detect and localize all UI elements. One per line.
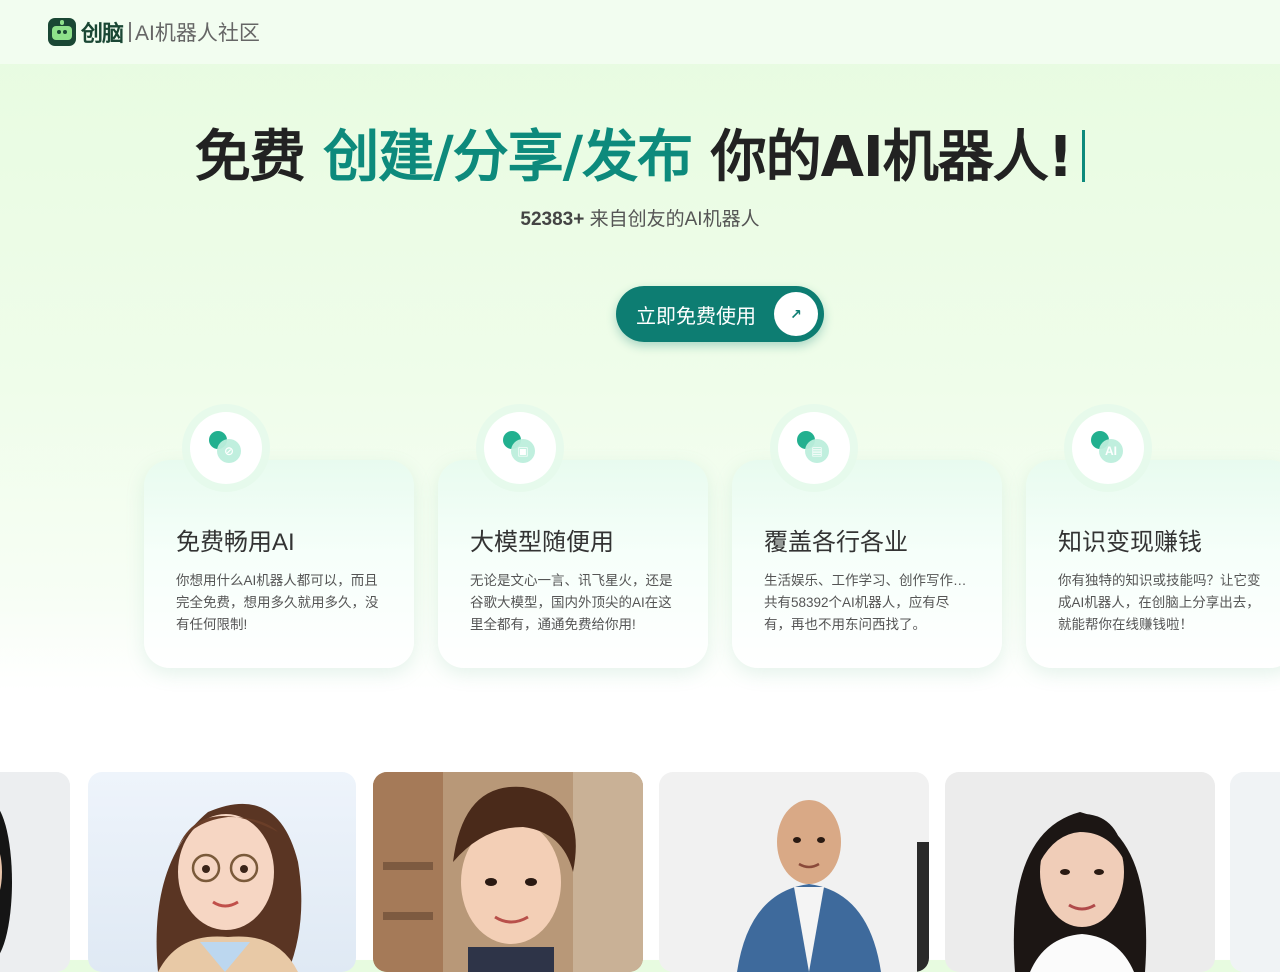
- industry-icon: ▤: [797, 431, 831, 465]
- bot-portrait: [88, 772, 356, 972]
- start-free-button[interactable]: 立即免费使用 ↗: [616, 286, 824, 342]
- bot-portrait: [0, 772, 70, 972]
- hero-subtitle: 52383+ 来自创友的AI机器人: [0, 204, 1280, 231]
- bot-card[interactable]: [945, 772, 1215, 972]
- feature-card-free: ⊘ 免费畅用AI 你想用什么AI机器人都可以，而且完全免费，想用多久就用多久，没…: [144, 412, 414, 668]
- feature-title: 免费畅用AI: [176, 529, 295, 556]
- bot-portrait: [373, 772, 643, 972]
- bot-count-label: 来自创友的AI机器人: [589, 209, 760, 230]
- ai-money-icon: AI: [1091, 431, 1125, 465]
- feature-icon-badge: ⊘: [190, 412, 262, 484]
- typing-cursor: [1082, 130, 1086, 182]
- feature-icon-badge: ▤: [778, 412, 850, 484]
- bot-portrait: [945, 772, 1215, 972]
- bot-card[interactable]: [0, 772, 70, 972]
- top-bar: 创脑 AI机器人社区: [0, 0, 1280, 64]
- bot-card[interactable]: [373, 772, 643, 972]
- feature-card-models: ▣ 大模型随便用 无论是文心一言、讯飞星火，还是谷歌大模型，国内外顶尖的AI在这…: [438, 412, 708, 668]
- bot-portrait: [1230, 772, 1280, 972]
- robot-logo-icon: [48, 18, 76, 46]
- logo-divider: [129, 22, 132, 42]
- bot-card[interactable]: [659, 772, 929, 972]
- hero-title: 免费 创建/分享/发布 你的AI机器人!: [0, 112, 1280, 193]
- arrow-up-right-icon: ↗: [774, 292, 818, 336]
- community-name: AI机器人社区: [135, 22, 260, 45]
- feature-icon-badge: AI: [1072, 412, 1144, 484]
- site-logo[interactable]: 创脑 AI机器人社区: [48, 17, 260, 47]
- feature-desc: 你想用什么AI机器人都可以，而且完全免费，想用多久就用多久，没有任何限制!: [176, 573, 379, 632]
- feature-desc: 生活娱乐、工作学习、创作写作…共有58392个AI机器人，应有尽有，再也不用东问…: [764, 573, 967, 632]
- feature-title: 知识变现赚钱: [1058, 529, 1202, 556]
- feature-card-industries: ▤ 覆盖各行各业 生活娱乐、工作学习、创作写作…共有58392个AI机器人，应有…: [732, 412, 1002, 668]
- feature-desc: 你有独特的知识或技能吗？让它变成AI机器人，在创脑上分享出去，就能帮你在线赚钱啦…: [1058, 573, 1261, 632]
- start-free-label: 立即免费使用: [636, 305, 756, 328]
- bot-card[interactable]: [1230, 772, 1280, 972]
- bot-portrait: [659, 772, 929, 972]
- hero-title-suffix: 你的AI机器人!: [710, 125, 1074, 190]
- hero-title-accent: 创建/分享/发布: [323, 125, 693, 190]
- feature-icon-badge: ▣: [484, 412, 556, 484]
- free-icon: ⊘: [209, 431, 243, 465]
- model-icon: ▣: [503, 431, 537, 465]
- bot-count: 52383+: [520, 209, 585, 230]
- feature-title: 覆盖各行各业: [764, 529, 908, 556]
- feature-title: 大模型随便用: [470, 529, 614, 556]
- feature-desc: 无论是文心一言、讯飞星火，还是谷歌大模型，国内外顶尖的AI在这里全都有，通通免费…: [470, 573, 673, 632]
- hero-title-prefix: 免费: [194, 125, 306, 190]
- feature-card-monetize: AI 知识变现赚钱 你有独特的知识或技能吗？让它变成AI机器人，在创脑上分享出去…: [1026, 412, 1280, 668]
- bot-card[interactable]: [88, 772, 356, 972]
- brand-name: 创脑: [81, 22, 124, 47]
